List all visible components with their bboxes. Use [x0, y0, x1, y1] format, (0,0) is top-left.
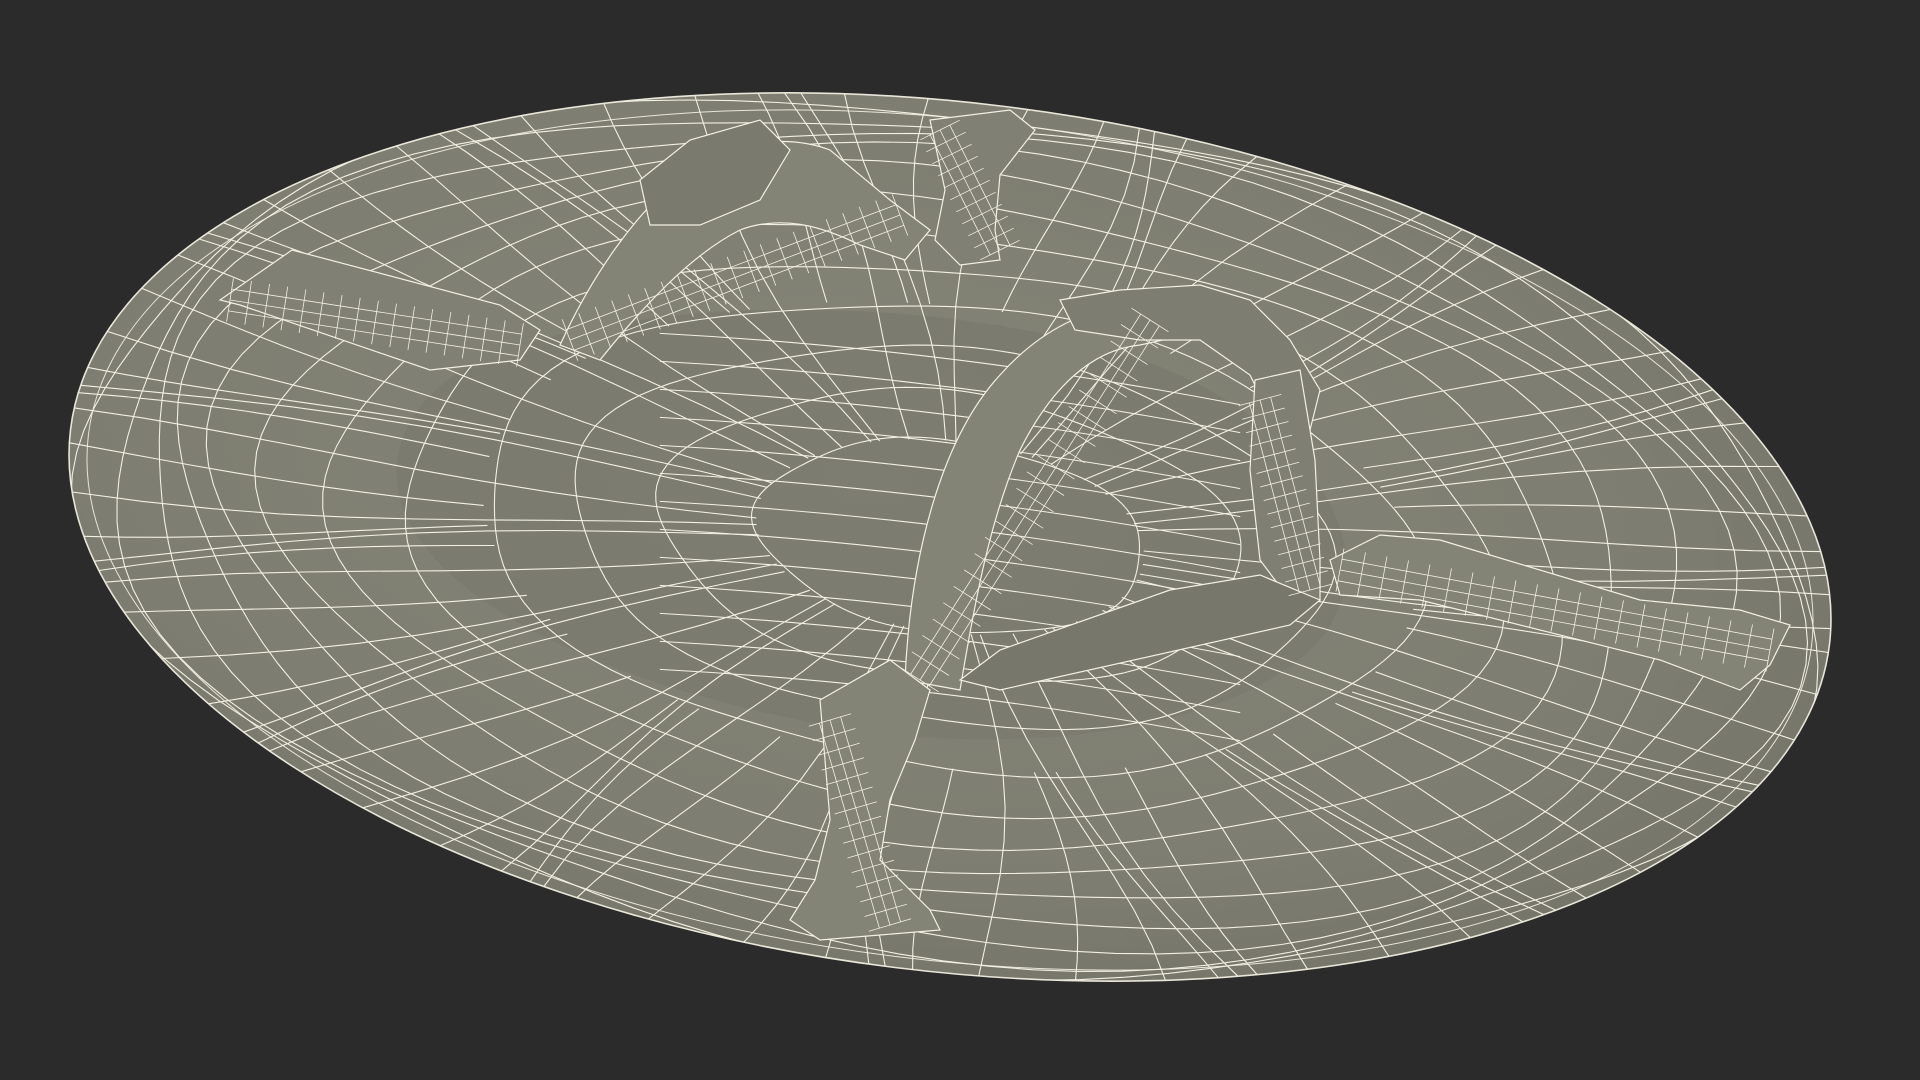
wireframe-scene: [68, 92, 1832, 982]
render-viewport: [0, 0, 1920, 1080]
